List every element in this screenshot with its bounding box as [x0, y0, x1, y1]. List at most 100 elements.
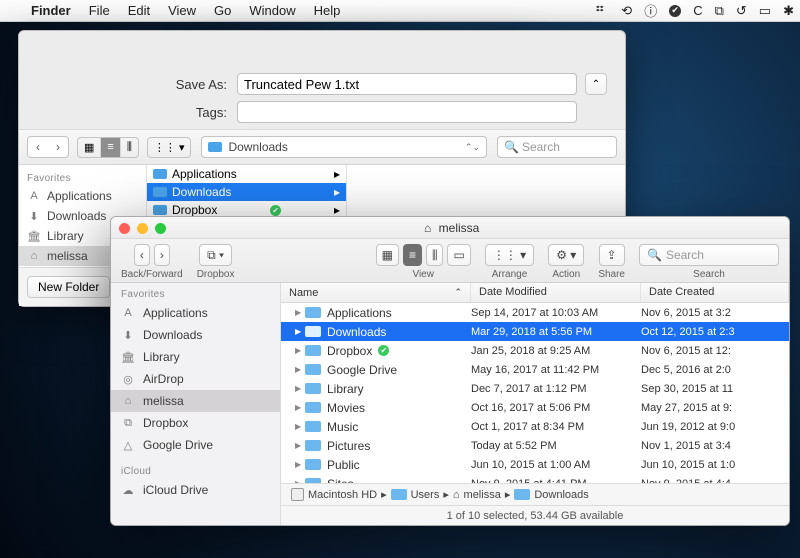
file-row[interactable]: ▶PicturesToday at 5:52 PMNov 1, 2015 at … — [281, 436, 789, 455]
downloads-icon: ⬇ — [121, 328, 135, 342]
close-button[interactable] — [119, 223, 130, 234]
disclosure-triangle-icon[interactable]: ▶ — [295, 365, 305, 374]
menu-go[interactable]: Go — [205, 3, 240, 18]
sidebar-item-airdrop[interactable]: ◎AirDrop — [111, 368, 280, 390]
folder-icon — [305, 345, 321, 356]
forward-icon[interactable]: › — [48, 137, 68, 157]
view-list-icon[interactable]: ≡ — [101, 138, 120, 157]
favorites-header: Favorites — [19, 169, 146, 186]
file-row[interactable]: ▶MusicOct 1, 2017 at 8:34 PMJun 19, 2012… — [281, 417, 789, 436]
home-icon: ⌂ — [453, 489, 460, 501]
file-modified: Sep 14, 2017 at 10:03 AM — [471, 307, 641, 319]
file-row[interactable]: ▶Dropbox✔Jan 25, 2018 at 9:25 AMNov 6, 2… — [281, 341, 789, 360]
folder-icon — [305, 421, 321, 432]
menuextra-timemachine-icon[interactable]: ↺ — [730, 3, 753, 19]
synced-icon: ✔ — [270, 205, 281, 216]
menu-app[interactable]: Finder — [22, 3, 80, 18]
sidebar-item-dropbox[interactable]: ⧉Dropbox — [111, 412, 280, 434]
zoom-button[interactable] — [155, 223, 166, 234]
disclosure-triangle-icon[interactable]: ▶ — [295, 422, 305, 431]
save-search-field[interactable]: 🔍 Search — [497, 136, 617, 158]
menuextra-bluetooth-icon[interactable]: ✱ — [777, 3, 800, 19]
column-modified[interactable]: Date Modified — [471, 283, 641, 302]
arrange-button[interactable]: ⋮⋮ ▾ — [485, 244, 534, 266]
menu-file[interactable]: File — [80, 3, 119, 18]
gdrive-icon: △ — [121, 438, 135, 452]
sidebar-item-applications[interactable]: AApplications — [19, 186, 146, 206]
minimize-button[interactable] — [137, 223, 148, 234]
disclosure-triangle-icon[interactable]: ▶ — [295, 384, 305, 393]
back-button[interactable]: ‹ — [134, 244, 150, 266]
action-button[interactable]: ⚙ ▾ — [548, 244, 584, 266]
menuextra-check-icon[interactable]: ✔ — [663, 5, 687, 17]
group-icon[interactable]: ⋮⋮ ▾ — [148, 138, 191, 157]
view-column-button[interactable]: ⫼ — [426, 244, 444, 266]
view-icon-button[interactable]: ▦ — [376, 244, 399, 266]
folder-icon — [391, 489, 407, 500]
folder-icon — [305, 326, 321, 337]
location-popup[interactable]: Downloads ⌃⌄ — [201, 136, 487, 158]
status-bar: 1 of 10 selected, 53.44 GB available — [281, 505, 789, 525]
view-list-button[interactable]: ≡ — [403, 244, 422, 266]
sort-asc-icon: ⌃ — [454, 287, 462, 298]
menu-edit[interactable]: Edit — [119, 3, 159, 18]
file-created: Dec 5, 2016 at 2:0 — [641, 364, 789, 376]
file-row[interactable]: ▶DownloadsMar 29, 2018 at 5:56 PMOct 12,… — [281, 322, 789, 341]
menuextra-dropbox-icon[interactable] — [589, 4, 615, 18]
sidebar-item-downloads[interactable]: ⬇Downloads — [111, 324, 280, 346]
column-item-applications[interactable]: Applications▸ — [147, 165, 346, 183]
icloud-icon: ☁ — [121, 483, 135, 497]
menuextra-displays-icon[interactable]: ▭ — [753, 3, 777, 19]
file-row[interactable]: ▶PublicJun 10, 2015 at 1:00 AMJun 10, 20… — [281, 455, 789, 474]
menu-help[interactable]: Help — [305, 3, 350, 18]
save-as-field[interactable] — [237, 73, 577, 95]
share-button[interactable]: ⇪ — [599, 244, 625, 266]
synced-icon: ✔ — [378, 345, 389, 356]
menuextra-info-icon[interactable]: ⓘ — [638, 1, 663, 20]
path-crumb[interactable]: Downloads — [514, 489, 588, 501]
menu-window[interactable]: Window — [240, 3, 304, 18]
column-item-downloads[interactable]: Downloads▸ — [147, 183, 346, 201]
folder-icon — [514, 489, 530, 500]
view-column-icon[interactable]: ⫼ — [121, 138, 138, 157]
view-gallery-button[interactable]: ▭ — [447, 244, 470, 266]
sidebar-item-library[interactable]: 🏛Library — [111, 346, 280, 368]
path-crumb[interactable]: Users — [391, 489, 440, 501]
toolbar-label-action: Action — [552, 269, 580, 280]
menuextra-cube-icon[interactable]: ⧉ — [709, 3, 730, 19]
disclosure-triangle-icon[interactable]: ▶ — [295, 346, 305, 355]
path-crumb[interactable]: Macintosh HD — [291, 488, 377, 501]
menu-view[interactable]: View — [159, 3, 205, 18]
column-name[interactable]: Name⌃ — [281, 283, 471, 302]
collapse-button[interactable]: ⌃ — [585, 73, 607, 95]
finder-toolbar: ‹› Back/Forward ⧉ ▾ Dropbox ▦ ≡ ⫼ ▭ View… — [111, 239, 789, 283]
menuextra-sync-icon[interactable]: ⟲ — [615, 3, 638, 19]
finder-search-field[interactable]: 🔍 Search — [639, 244, 779, 266]
disclosure-triangle-icon[interactable]: ▶ — [295, 460, 305, 469]
save-nav-buttons[interactable]: ‹› — [27, 136, 69, 158]
file-row[interactable]: ▶MoviesOct 16, 2017 at 5:06 PMMay 27, 20… — [281, 398, 789, 417]
new-folder-button[interactable]: New Folder — [27, 276, 110, 298]
menuextra-c-icon[interactable]: C — [687, 3, 708, 18]
file-row[interactable]: ▶LibraryDec 7, 2017 at 1:12 PMSep 30, 20… — [281, 379, 789, 398]
tags-field[interactable] — [237, 101, 577, 123]
file-row[interactable]: ▶SitesNov 9, 2015 at 4:41 PMNov 9, 2015 … — [281, 474, 789, 483]
file-row[interactable]: ▶ApplicationsSep 14, 2017 at 10:03 AMNov… — [281, 303, 789, 322]
disclosure-triangle-icon[interactable]: ▶ — [295, 308, 305, 317]
disclosure-triangle-icon[interactable]: ▶ — [295, 403, 305, 412]
column-created[interactable]: Date Created — [641, 283, 789, 302]
path-crumb[interactable]: ⌂melissa — [453, 489, 501, 501]
dropbox-button[interactable]: ⧉ ▾ — [199, 244, 232, 266]
sidebar-item-applications[interactable]: AApplications — [111, 302, 280, 324]
disclosure-triangle-icon[interactable]: ▶ — [295, 327, 305, 336]
back-icon[interactable]: ‹ — [28, 137, 48, 157]
sidebar-item-melissa[interactable]: ⌂melissa — [111, 390, 280, 412]
path-bar: Macintosh HD ▸ Users ▸ ⌂melissa ▸ Downlo… — [281, 483, 789, 505]
sidebar-item-iclouddrive[interactable]: ☁iCloud Drive — [111, 479, 280, 501]
library-icon: 🏛 — [27, 229, 41, 243]
sidebar-item-googledrive[interactable]: △Google Drive — [111, 434, 280, 456]
file-row[interactable]: ▶Google DriveMay 16, 2017 at 11:42 PMDec… — [281, 360, 789, 379]
disclosure-triangle-icon[interactable]: ▶ — [295, 441, 305, 450]
forward-button[interactable]: › — [154, 244, 170, 266]
view-icon-icon[interactable]: ▦ — [78, 138, 101, 157]
